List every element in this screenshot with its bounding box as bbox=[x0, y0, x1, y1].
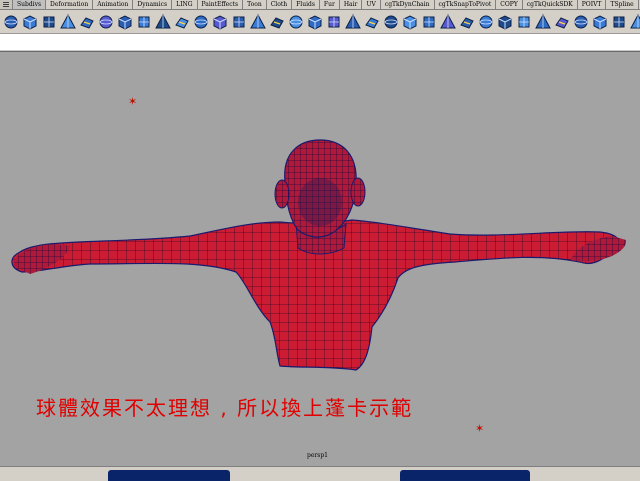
shelf-tab[interactable]: UV bbox=[362, 0, 381, 9]
shelf-menu-handle[interactable] bbox=[0, 0, 13, 9]
poly-sphere-icon[interactable] bbox=[116, 13, 134, 31]
shelf-tab[interactable]: Hair bbox=[339, 0, 363, 9]
planar-icon[interactable] bbox=[496, 13, 514, 31]
plane-icon[interactable] bbox=[78, 13, 96, 31]
uv-map-icon[interactable] bbox=[477, 13, 495, 31]
shelf-tab[interactable]: Fur bbox=[319, 0, 340, 9]
viewport-header-strip bbox=[0, 35, 640, 51]
shelf-tab[interactable]: PaintEffects bbox=[197, 0, 244, 9]
shelf-tab[interactable]: Deformation bbox=[46, 0, 94, 9]
shelf-tabs: Subdivs Deformation Animation Dynamics LING P… bbox=[13, 0, 639, 9]
shelf-tab[interactable]: cgTkSnapToPivot bbox=[434, 0, 497, 9]
shelf-tab[interactable]: Toon bbox=[243, 0, 267, 9]
separate-icon[interactable] bbox=[439, 13, 457, 31]
split-icon[interactable] bbox=[287, 13, 305, 31]
light-locator-icon[interactable]: ✶ bbox=[128, 96, 137, 107]
shelf-tab[interactable]: Subdivs bbox=[13, 0, 47, 9]
poly-cone-icon[interactable] bbox=[173, 13, 191, 31]
shelf-tab[interactable]: Fluids bbox=[292, 0, 320, 9]
cylinder-icon[interactable] bbox=[40, 13, 58, 31]
cut-uv-icon[interactable] bbox=[591, 13, 609, 31]
shelf-tab[interactable]: POIVT bbox=[577, 0, 607, 9]
shelf-tab[interactable]: cgTkQuickSDK bbox=[522, 0, 578, 9]
torus-icon[interactable] bbox=[97, 13, 115, 31]
shelf-tab[interactable]: cgTkDynChain bbox=[380, 0, 435, 9]
wedge-icon[interactable] bbox=[325, 13, 343, 31]
poly-cylinder-icon[interactable] bbox=[154, 13, 172, 31]
cylindrical-icon[interactable] bbox=[515, 13, 533, 31]
perspective-viewport[interactable]: ✶ ✶ 球體效果不太理想 , 所以換上蓬卡示範 persp1 bbox=[0, 51, 640, 466]
poly-cube-icon[interactable] bbox=[135, 13, 153, 31]
shelf-tab[interactable]: TSpline bbox=[606, 0, 639, 9]
layout-icon[interactable] bbox=[572, 13, 590, 31]
sew-uv-icon[interactable] bbox=[610, 13, 628, 31]
shelf-tab[interactable]: COPY bbox=[496, 0, 523, 9]
sphere-icon[interactable] bbox=[2, 13, 20, 31]
normals-icon[interactable] bbox=[458, 13, 476, 31]
shelf-tab[interactable]: Dynamics bbox=[133, 0, 173, 9]
combine-icon[interactable] bbox=[420, 13, 438, 31]
taskbar-window-button[interactable] bbox=[108, 470, 230, 481]
bottom-taskbar bbox=[0, 466, 640, 481]
mirror-icon[interactable] bbox=[401, 13, 419, 31]
light-locator-icon[interactable]: ✶ bbox=[475, 423, 484, 434]
shelf-tab[interactable]: Cloth bbox=[266, 0, 293, 9]
annotation-caption: 球體效果不太理想 , 所以換上蓬卡示範 bbox=[36, 396, 414, 420]
soften-icon[interactable] bbox=[363, 13, 381, 31]
shelf-tab[interactable]: Animation bbox=[93, 0, 134, 9]
shelf-tab[interactable]: LING bbox=[172, 0, 198, 9]
shelf-icon-row bbox=[0, 10, 640, 34]
automatic-icon[interactable] bbox=[553, 13, 571, 31]
unfold-icon[interactable] bbox=[629, 13, 640, 31]
bevel-icon[interactable] bbox=[268, 13, 286, 31]
camera-label: persp1 bbox=[307, 452, 328, 459]
cube-icon[interactable] bbox=[21, 13, 39, 31]
taskbar-window-button[interactable] bbox=[400, 470, 530, 481]
merge-icon[interactable] bbox=[306, 13, 324, 31]
cone-icon[interactable] bbox=[59, 13, 77, 31]
cut-faces-icon[interactable] bbox=[230, 13, 248, 31]
spherical-icon[interactable] bbox=[534, 13, 552, 31]
extrude-icon[interactable] bbox=[249, 13, 267, 31]
shelf-tab-bar: Subdivs Deformation Animation Dynamics LING P… bbox=[0, 0, 640, 10]
hardness-icon[interactable] bbox=[382, 13, 400, 31]
poly-plane-icon[interactable] bbox=[192, 13, 210, 31]
poly-torus-icon[interactable] bbox=[211, 13, 229, 31]
smooth-icon[interactable] bbox=[344, 13, 362, 31]
